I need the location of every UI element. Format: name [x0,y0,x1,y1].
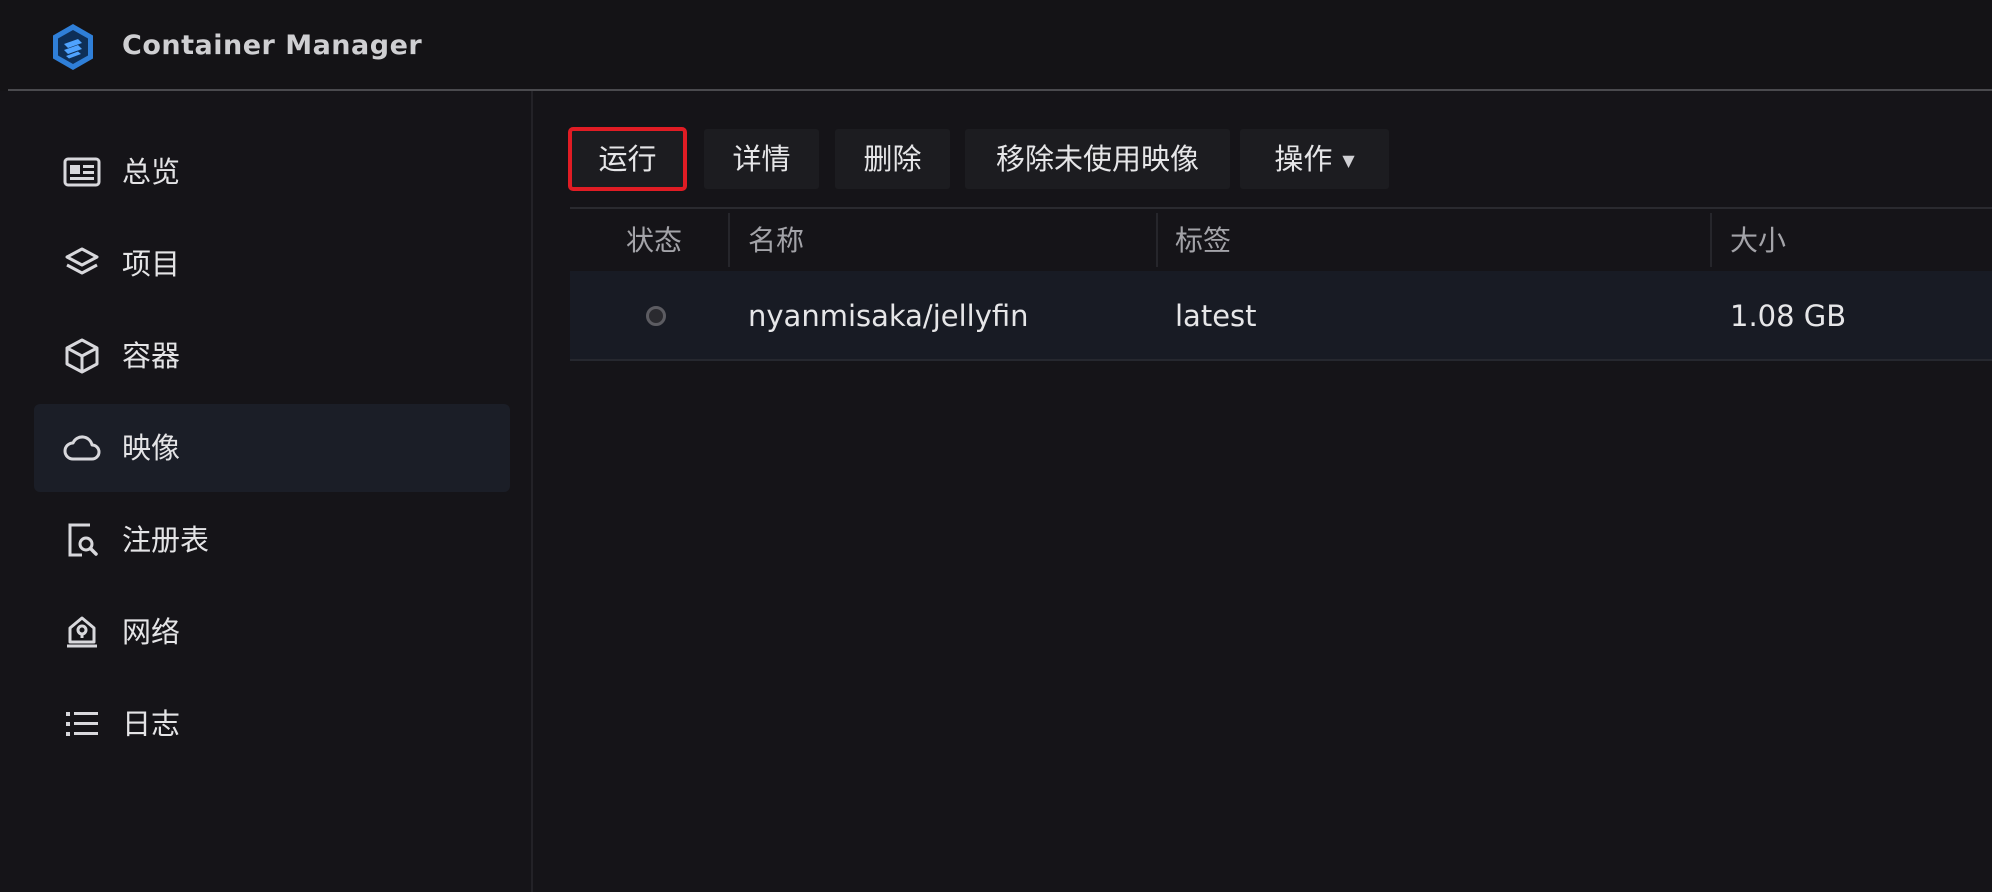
actions-dropdown-button[interactable]: 操作 ▼ [1240,129,1389,189]
list-icon [62,704,102,744]
sidebar-item-label: 总览 [122,155,181,189]
layers-icon [62,244,102,284]
image-size-cell: 1.08 GB [1730,299,1847,333]
table-row[interactable]: nyanmisaka/jellyfin latest 1.08 GB [570,271,1992,361]
sidebar-item-label: 容器 [122,339,181,373]
container-manager-window: Container Manager 总览 项目 容器 映像 注册表 网络 日志 … [0,0,1992,892]
cube-icon [62,336,102,376]
sidebar-item-label: 注册表 [122,523,210,557]
sidebar-item-label: 日志 [122,707,181,741]
column-header-status[interactable]: 状态 [626,209,682,273]
sidebar: 总览 项目 容器 映像 注册表 网络 日志 [0,91,533,892]
sidebar-item-containers[interactable]: 容器 [34,312,510,400]
sidebar-item-overview[interactable]: 总览 [34,128,510,216]
actions-label: 操作 [1274,142,1333,176]
image-tag-cell: latest [1175,299,1257,333]
overview-card-icon [62,152,102,192]
container-manager-logo-icon [48,22,98,72]
cloud-icon [62,428,102,468]
column-header-tag[interactable]: 标签 [1175,209,1231,273]
sidebar-item-label: 网络 [122,615,181,649]
title-bar: Container Manager [0,0,1992,91]
status-indicator-icon [646,306,666,326]
sidebar-item-network[interactable]: 网络 [34,588,510,676]
image-name-cell: nyanmisaka/jellyfin [748,299,1029,333]
run-button[interactable]: 运行 [568,127,687,191]
column-resize-handle[interactable] [1156,213,1158,267]
sidebar-item-label: 映像 [122,431,181,465]
main-panel: 运行 详情 删除 移除未使用映像 操作 ▼ 状态 名称 标签 大小 nyanmis… [535,91,1992,892]
column-header-size[interactable]: 大小 [1730,209,1786,273]
app-title: Container Manager [122,30,423,61]
column-header-name[interactable]: 名称 [748,209,804,273]
registry-search-icon [62,520,102,560]
sidebar-item-images[interactable]: 映像 [34,404,510,492]
sidebar-item-registry[interactable]: 注册表 [34,496,510,584]
details-button[interactable]: 详情 [704,129,819,189]
table-header: 状态 名称 标签 大小 [570,207,1992,271]
sidebar-item-label: 项目 [122,247,181,281]
sidebar-item-logs[interactable]: 日志 [34,680,510,768]
column-resize-handle[interactable] [1710,213,1712,267]
caret-down-icon: ▼ [1342,151,1355,170]
network-house-icon [62,612,102,652]
column-resize-handle[interactable] [728,213,730,267]
remove-unused-images-button[interactable]: 移除未使用映像 [965,129,1230,189]
sidebar-item-projects[interactable]: 项目 [34,220,510,308]
delete-button[interactable]: 删除 [835,129,950,189]
